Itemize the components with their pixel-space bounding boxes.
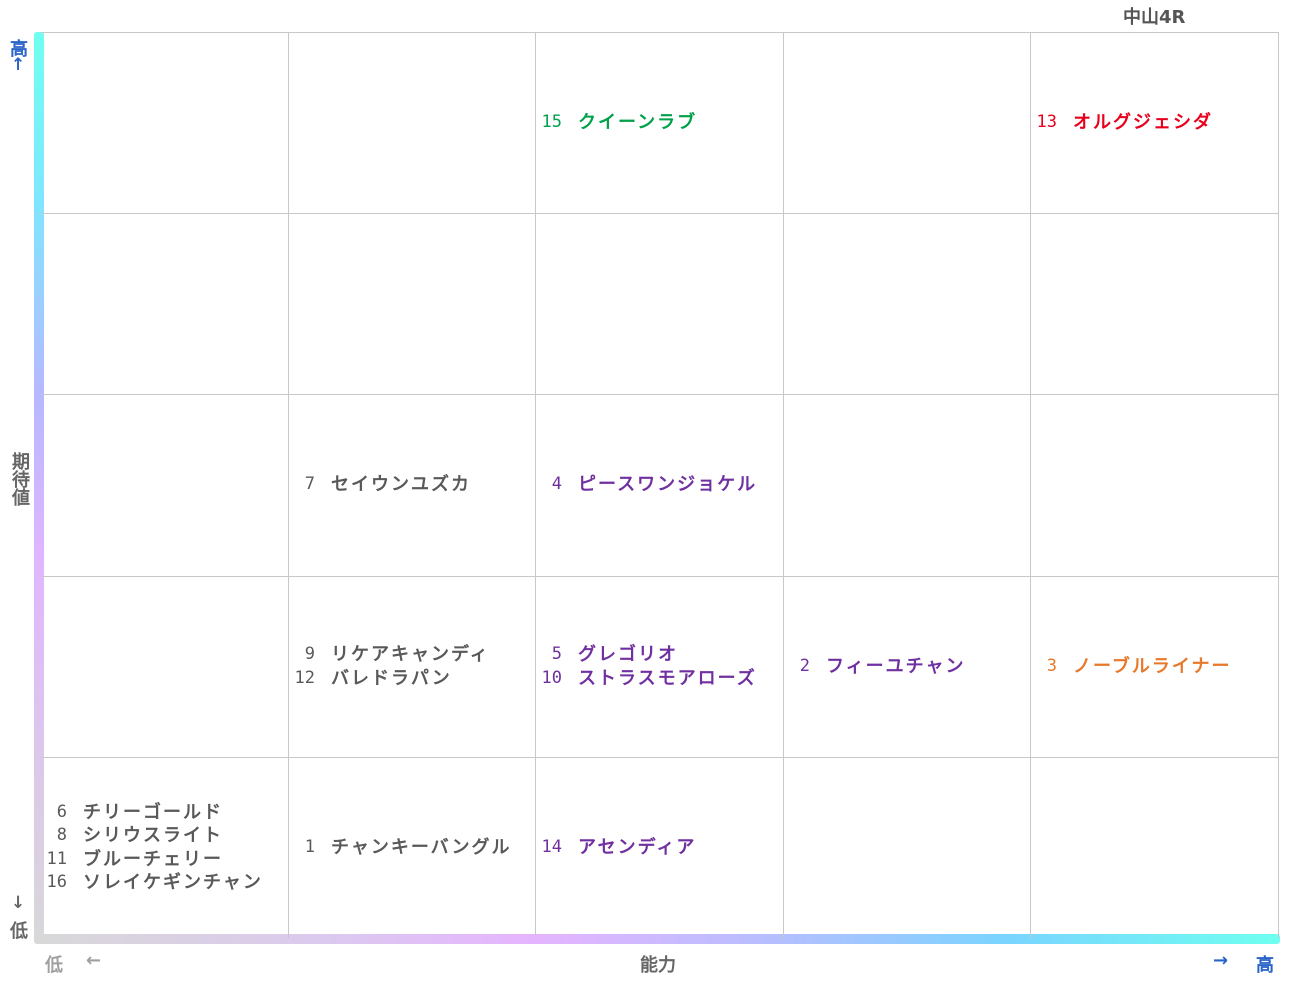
horse-number: 12 [294,667,315,688]
cell-entries: 7 セイウンユズカ [289,473,471,497]
horse-entry: 7 セイウンユズカ [289,473,471,497]
horse-name: フィーユチャン [826,655,966,677]
horse-number: 14 [541,836,562,857]
horse-name: ピースワンジョケル [578,473,758,495]
horse-name: オルグジェシダ [1073,111,1213,133]
horse-entry: 12 バレドラパン [289,667,490,691]
horse-number: 6 [56,801,67,822]
chart-title: 中山4R [1123,7,1186,28]
cell-entries: 14 アセンディア [536,836,696,860]
grid-cell: 7 セイウンユズカ [289,394,537,575]
horse-entry: 6 チリーゴールド [41,801,263,825]
horse-entry: 5 グレゴリオ [536,643,757,667]
horse-number: 13 [1036,111,1057,132]
horse-name: クイーンラブ [578,111,698,133]
grid-cell: 9 リケアキャンディ 12 バレドラパン [289,576,537,757]
horse-entry: 4 ピースワンジョケル [536,473,757,497]
horse-number: 10 [541,667,562,688]
horse-name: リケアキャンディ [331,644,490,665]
y-axis-down-arrow: ↓ [11,893,26,913]
x-axis-title: 能力 [640,955,676,976]
horse-number: 15 [541,111,562,132]
horse-name: ブルーチェリー [83,848,223,870]
horse-entry: 9 リケアキャンディ [289,643,490,667]
x-axis-low-label: 低 [45,955,63,976]
grid-cell: 2 フィーユチャン [784,576,1032,757]
cell-entries: 3 ノーブルライナー [1031,655,1232,679]
cell-entries: 4 ピースワンジョケル [536,473,757,497]
horse-name: グレゴリオ [578,644,678,665]
cell-entries: 13 オルグジェシダ [1031,111,1213,135]
horse-name: チリーゴールド [83,801,223,823]
horse-name: ソレイケギンチャン [83,872,263,893]
cell-entries: 2 フィーユチャン [784,655,965,679]
horse-entry: 3 ノーブルライナー [1031,655,1232,679]
grid-cell: 6 チリーゴールド 8 シリウスライト 11 ブルーチェリー 16 ソレイケギンチャン [41,757,289,938]
grid-cell: 5 グレゴリオ 10 ストラスモアローズ [536,576,784,757]
horse-number: 3 [1046,655,1057,676]
horse-entry: 15 クイーンラブ [536,111,697,135]
y-axis-title: 期待値 [9,452,30,506]
cell-entries: 5 グレゴリオ 10 ストラスモアローズ [536,643,757,690]
x-axis-right-arrow: → [1213,950,1229,971]
grid-cell: 3 ノーブルライナー [1031,576,1279,757]
horse-name: バレドラパン [331,667,452,689]
horse-name: シリウスライト [83,825,223,846]
horse-number: 2 [799,655,810,676]
x-axis-high-label: 高 [1256,955,1274,976]
horse-name: ノーブルライナー [1073,655,1232,677]
y-axis-up-arrow: ↑ [11,55,26,75]
grid-cell: 4 ピースワンジョケル [536,394,784,575]
horse-number: 5 [551,644,562,664]
horse-number: 7 [304,473,315,494]
cell-entries: 6 チリーゴールド 8 シリウスライト 11 ブルーチェリー 16 ソレイケギンチャン [41,801,263,895]
horse-number: 8 [56,825,67,845]
horse-entry: 2 フィーユチャン [784,655,965,679]
horse-number: 1 [304,836,315,857]
horse-entry: 11 ブルーチェリー [41,848,263,872]
horse-entry: 8 シリウスライト [41,824,263,848]
horse-entry: 14 アセンディア [536,836,696,860]
horse-number: 16 [46,872,67,892]
grid-cell: 15 クイーンラブ [536,32,784,213]
horse-name: セイウンユズカ [331,473,471,495]
horse-entry: 10 ストラスモアローズ [536,667,757,691]
chart-grid: 15 クイーンラブ 13 オルグジェシダ 7 セイウンユズカ 4 ピースワンジョケル 9 リケアキ… [41,32,1279,938]
x-axis-left-arrow: ← [86,950,102,971]
cell-entries: 1 チャンキーバングル [289,836,512,860]
horse-number: 4 [551,473,562,494]
horse-number: 9 [304,644,315,664]
cell-entries: 9 リケアキャンディ 12 バレドラパン [289,643,490,690]
horse-entry: 16 ソレイケギンチャン [41,871,263,895]
horse-name: ストラスモアローズ [578,667,757,689]
horse-entry: 1 チャンキーバングル [289,836,512,860]
horse-entry: 13 オルグジェシダ [1031,111,1213,135]
horse-name: チャンキーバングル [331,836,512,858]
y-axis-low-label: 低 [10,921,28,942]
horse-number: 11 [46,848,67,869]
chart-stage: 中山4R 15 クイーンラブ 13 オルグジェシダ 7 セイウンユズカ 4 ピースワンジョケル… [0,0,1291,983]
grid-cell: 13 オルグジェシダ [1031,32,1279,213]
horse-name: アセンディア [578,836,697,858]
grid-hline [41,213,1279,214]
grid-cell: 1 チャンキーバングル [289,757,537,938]
grid-cell: 14 アセンディア [536,757,784,938]
cell-entries: 15 クイーンラブ [536,111,697,135]
